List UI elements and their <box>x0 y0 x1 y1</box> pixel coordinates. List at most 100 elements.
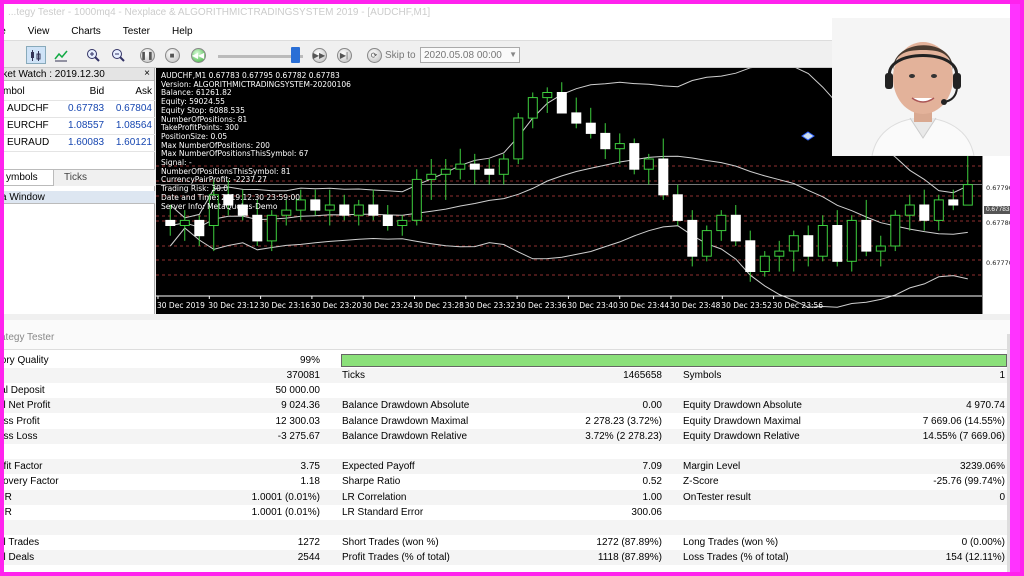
tab-symbols[interactable]: ymbols <box>4 170 54 186</box>
table-row[interactable]: EURCHF 1.08557 1.08564 <box>4 117 155 135</box>
pause-icon: ❚❚ <box>139 47 155 63</box>
result-value: 1272 (87.89%) <box>596 537 662 549</box>
skip-end-icon: ▶| <box>336 47 352 63</box>
bull-candle <box>498 158 509 175</box>
result-value: 1 <box>999 370 1005 381</box>
time-label: 30 Dec 23:32 <box>465 301 516 310</box>
result-label: Loss Trades (% of total) <box>683 552 789 564</box>
result-label: Symbols <box>683 370 722 381</box>
bull-candle <box>817 225 828 257</box>
bear-candle <box>730 214 741 242</box>
data-window-header[interactable]: a Window <box>4 191 155 204</box>
bull-candle <box>440 168 451 175</box>
bear-candle <box>368 204 379 216</box>
bull-candle <box>614 143 625 150</box>
result-value: 1118 (87.89%) <box>597 552 662 564</box>
time-label: 30 Dec 23:12 <box>208 301 259 310</box>
bull-candle <box>962 184 973 206</box>
skip-to-date-input[interactable]: 2020.05.08 00:00 ▼ <box>420 47 520 63</box>
menu-file[interactable]: le <box>4 26 17 37</box>
result-label: ofit Factor <box>4 461 43 473</box>
bull-candle <box>774 250 785 257</box>
play-button[interactable]: ◀◀ <box>188 46 208 64</box>
result-value: 9 024.36 <box>281 400 320 412</box>
bid-cell: 1.60083 <box>59 134 108 152</box>
col-symbol[interactable]: mbol <box>4 83 60 101</box>
play-icon: ◀◀ <box>190 47 206 63</box>
table-row[interactable]: AUDCHF 0.67783 0.67804 <box>4 100 155 118</box>
chart-info-overlay: AUDCHF,M1 0.67783 0.67795 0.67782 0.6778… <box>161 71 351 211</box>
pause-button[interactable]: ❚❚ <box>137 46 157 64</box>
skip-to-button[interactable]: ⟳ <box>364 46 384 64</box>
result-label: al Net Profit <box>4 400 51 412</box>
result-value: 7 669.06 (14.55%) <box>922 415 1005 427</box>
line-chart-icon[interactable] <box>51 46 71 64</box>
result-value: 1272 <box>297 537 320 549</box>
result-value: 3.75 <box>300 461 320 473</box>
result-label: Equity Drawdown Absolute <box>683 400 802 412</box>
bear-candle <box>919 204 930 221</box>
chevron-down-icon[interactable]: ▼ <box>509 50 517 59</box>
bear-candle <box>484 168 495 175</box>
bear-candle <box>571 112 582 124</box>
result-value: 3239.06% <box>959 461 1005 473</box>
candles-icon[interactable] <box>26 46 46 64</box>
stop-button[interactable]: ■ <box>162 46 182 64</box>
bear-candle <box>745 240 756 273</box>
menu-help[interactable]: Help <box>161 26 204 37</box>
result-label: LR Standard Error <box>342 506 424 518</box>
quality-row: tory Quality 99% <box>4 353 1010 368</box>
presenter-video <box>832 18 1010 156</box>
col-bid[interactable]: Bid <box>59 83 108 101</box>
menu-view[interactable]: View <box>17 26 61 37</box>
symbol-cell: AUDCHF <box>4 100 60 118</box>
result-value: 50 000.00 <box>275 385 321 397</box>
result-value: 2544 <box>297 552 320 564</box>
bid-cell: 0.67783 <box>59 100 108 118</box>
bear-candle <box>672 194 683 221</box>
bull-candle <box>890 214 901 247</box>
table-row[interactable]: EURAUD 1.60083 1.60121 <box>4 134 155 152</box>
tester-result-row: PR 1.0001 (0.01%) LR Correlation 1.00 OnTest… <box>4 489 1010 505</box>
result-value: 1.0001 (0.01%) <box>251 506 320 518</box>
window-title-text: ...tegy Tester - 1000mq4 - Nexplace & AL… <box>8 7 431 18</box>
skip-end-button[interactable]: ▶| <box>334 46 354 64</box>
time-label: 30 Dec 23:36 <box>516 301 567 310</box>
result-label: al Trades <box>4 537 40 549</box>
quality-label: tory Quality <box>4 355 49 366</box>
result-label: PR <box>4 491 12 503</box>
zoom-in-icon[interactable] <box>83 46 103 64</box>
time-label: 30 Dec 23:40 <box>567 301 618 310</box>
result-value: 1465658 <box>623 370 662 381</box>
col-ask[interactable]: Ask <box>107 83 155 101</box>
bear-candle <box>629 143 640 170</box>
stop-icon: ■ <box>164 47 180 63</box>
time-label: 30 Dec 23:28 <box>414 301 465 310</box>
result-label: OnTester result <box>683 491 751 503</box>
result-value: 12 300.03 <box>275 415 321 427</box>
zoom-out-icon[interactable] <box>108 46 128 64</box>
bull-candle <box>411 178 422 221</box>
bear-candle <box>687 219 698 257</box>
col-symbol-label: mbol <box>4 85 25 97</box>
close-icon[interactable]: × <box>144 68 150 79</box>
step-button[interactable]: ▶▶ <box>309 46 329 64</box>
step-icon: ▶▶ <box>311 47 327 63</box>
tab-ticks[interactable]: Ticks <box>58 170 93 186</box>
result-value: 154 (12.11%) <box>945 552 1005 564</box>
tester-result-row: al Deals 2544 Profit Trades (% of total) 11… <box>4 550 1010 566</box>
menu-charts[interactable]: Charts <box>60 26 111 37</box>
result-label: Equity Drawdown Maximal <box>683 415 801 427</box>
result-value: 1.0001 (0.01%) <box>251 491 320 503</box>
time-label: 30 Dec 23:56 <box>773 301 824 310</box>
tester-result-row: ofit Factor 3.75 Expected Payoff 7.09 Margin… <box>4 459 1010 475</box>
bear-candle <box>382 214 393 227</box>
strategy-tester-header: ategy Tester <box>4 320 1010 350</box>
skip-to-label[interactable]: Skip to <box>385 50 416 61</box>
tester-result-row: ial Deposit 50 000.00 <box>4 383 1010 398</box>
menu-tester[interactable]: Tester <box>112 26 161 37</box>
tester-result-row: oss Profit 12 300.03 Balance Drawdown Maxi… <box>4 414 1010 429</box>
speed-slider-knob[interactable] <box>291 47 300 63</box>
tester-scrollbar[interactable] <box>1007 334 1010 572</box>
bear-candle <box>803 235 814 257</box>
